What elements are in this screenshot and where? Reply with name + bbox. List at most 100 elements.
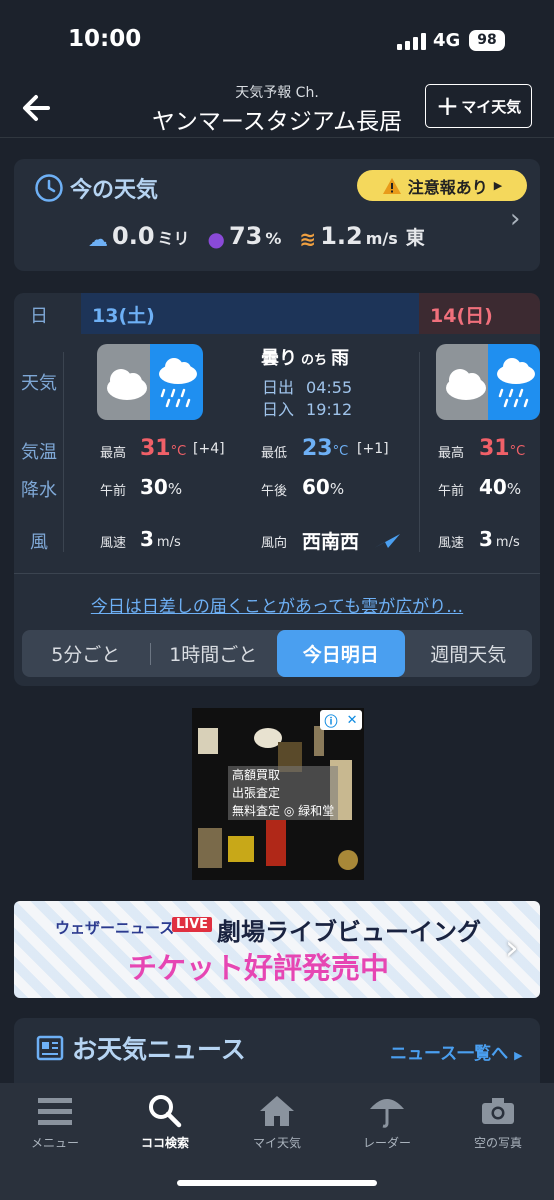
ad-text: 高額買取 出張査定 無料査定 ◎ 緑和堂 <box>228 766 339 820</box>
pm-precip: 60% <box>302 475 344 499</box>
banner-brand: ウェザーニュース <box>55 919 175 937</box>
banner-title: 劇場ライブビューイング <box>217 918 481 946</box>
wind-direction: 東 <box>405 227 425 249</box>
search-icon <box>149 1095 182 1128</box>
am-label: 午前 <box>438 484 465 499</box>
chevron-right-icon: › <box>505 928 519 968</box>
plus-icon: + <box>435 89 460 122</box>
am-precip-value: 30 <box>140 475 168 499</box>
nav-label: マイ天気 <box>252 1136 301 1150</box>
warning-icon <box>382 177 401 194</box>
info-icon: ⓘ <box>324 714 338 730</box>
tab-hourly[interactable]: 1時間ごと <box>149 630 278 677</box>
percent-unit: % <box>329 480 345 498</box>
wind-stat: ≋ 1.2 m/s 東 <box>299 222 425 251</box>
tab-5min[interactable]: 5分ごと <box>22 630 150 677</box>
news-link-text: ニュース一覧へ <box>390 1044 509 1064</box>
ad-info-badge[interactable]: ⓘ ✕ <box>320 710 362 730</box>
date-today: 13(土) <box>92 305 155 327</box>
banner-live-badge: LIVE <box>172 917 213 932</box>
am-precip-tomorrow: 40% <box>479 475 521 499</box>
wind-unit: m/s <box>365 229 398 248</box>
wind-direction-arrow-icon <box>374 534 400 548</box>
low-value: 23 <box>302 436 333 461</box>
wind-speed-label: 風速 <box>438 536 465 551</box>
camera-icon <box>482 1098 514 1124</box>
row-label-temp: 気温 <box>21 442 57 463</box>
sunrise-time: 04:55 <box>306 378 353 397</box>
ad-line: 無料査定 ◎ 緑和堂 <box>232 804 335 818</box>
high-unit: °C <box>170 444 187 459</box>
network-type: 4G <box>433 30 461 51</box>
weather-after: 雨 <box>331 348 350 369</box>
nav-radar[interactable]: レーダー <box>332 1090 442 1151</box>
weather-description: 曇り のち雨 <box>261 344 349 370</box>
banner-subtitle: チケット好評発売中 <box>128 951 390 985</box>
pm-precip-value: 60 <box>302 475 330 499</box>
humidity-stat: ● 73 % <box>207 222 282 251</box>
newspaper-icon <box>36 1035 64 1061</box>
cloudy-then-rain-icon <box>97 344 203 420</box>
home-indicator <box>177 1180 377 1186</box>
nav-label: 空の写真 <box>473 1136 522 1150</box>
divider <box>14 573 540 574</box>
precip-value: 0.0 <box>112 222 155 250</box>
am-precip-value: 40 <box>479 475 507 499</box>
sunset-label: 日入 <box>262 400 295 419</box>
home-icon <box>260 1096 294 1126</box>
sunrise: 日出 04:55 <box>262 374 352 398</box>
rain-cloud-icon: ☁ <box>88 227 108 251</box>
forecast-summary-link[interactable]: 今日は日差しの届くことがあっても雲が広がり… <box>0 592 554 617</box>
wind-speed-unit: m/s <box>495 535 520 550</box>
my-weather-label: マイ天気 <box>461 97 522 116</box>
humidity-drop-icon: ● <box>207 227 225 251</box>
sunrise-label: 日出 <box>262 378 295 397</box>
close-icon: ✕ <box>346 712 358 728</box>
nav-label: レーダー <box>362 1136 411 1150</box>
column-divider <box>419 352 420 552</box>
wind-speed: 3 m/s <box>140 527 181 551</box>
news-title-text: お天気ニュース <box>72 1035 246 1064</box>
news-title: お天気ニュース <box>36 1030 246 1066</box>
nav-sky-photos[interactable]: 空の写真 <box>443 1090 553 1151</box>
row-label-weather: 天気 <box>21 373 57 394</box>
date-tomorrow: 14(日) <box>430 305 493 327</box>
news-list-link[interactable]: ニュース一覧へ ▶ <box>390 1039 523 1064</box>
high-temp-tomorrow: 31°C <box>479 436 525 461</box>
low-temp: 23°C <box>302 436 348 461</box>
wind-speed-tomorrow: 3 m/s <box>479 527 520 551</box>
tab-hourly-label: 1時間ごと <box>169 644 258 666</box>
menu-icon <box>38 1098 72 1125</box>
wind-icon: ≋ <box>299 227 317 251</box>
pm-label: 午後 <box>261 484 288 499</box>
ad-line: 出張査定 <box>232 786 281 800</box>
high-label: 最高 <box>438 446 465 461</box>
weather-main: 曇り <box>261 348 297 369</box>
warning-text: 注意報あり <box>407 177 488 197</box>
precip-unit: ミリ <box>157 229 190 248</box>
wind-direction-value: 西南西 <box>302 531 360 553</box>
tab-today-tomorrow[interactable]: 今日明日 <box>277 630 405 677</box>
weather-then: のち <box>301 353 328 368</box>
warning-badge[interactable]: 注意報あり ▶ <box>357 170 527 201</box>
app-header: 天気予報 Ch. ヤンマースタジアム長居 + マイ天気 <box>0 66 554 138</box>
nav-search[interactable]: ココ検索 <box>110 1090 220 1151</box>
low-diff: [+1] <box>357 441 389 457</box>
am-precip: 30% <box>140 475 182 499</box>
high-value: 31 <box>140 436 171 461</box>
tab-weekly[interactable]: 週間天気 <box>405 630 533 677</box>
status-time: 10:00 <box>68 26 142 52</box>
humidity-value: 73 <box>228 222 263 250</box>
wind-dir-label: 風向 <box>261 536 288 551</box>
percent-unit: % <box>506 480 522 498</box>
chevron-right-icon[interactable]: › <box>510 204 520 234</box>
nav-menu[interactable]: メニュー <box>0 1090 110 1151</box>
wind-speed-unit: m/s <box>156 535 181 550</box>
row-label-precip: 降水 <box>21 480 57 501</box>
add-my-weather-button[interactable]: + マイ天気 <box>425 84 532 128</box>
nav-my-weather[interactable]: マイ天気 <box>222 1090 332 1151</box>
sunset: 日入 19:12 <box>262 396 352 420</box>
nav-label: ココ検索 <box>140 1136 189 1150</box>
sunset-time: 19:12 <box>306 400 353 419</box>
high-temp: 31°C <box>140 436 186 461</box>
